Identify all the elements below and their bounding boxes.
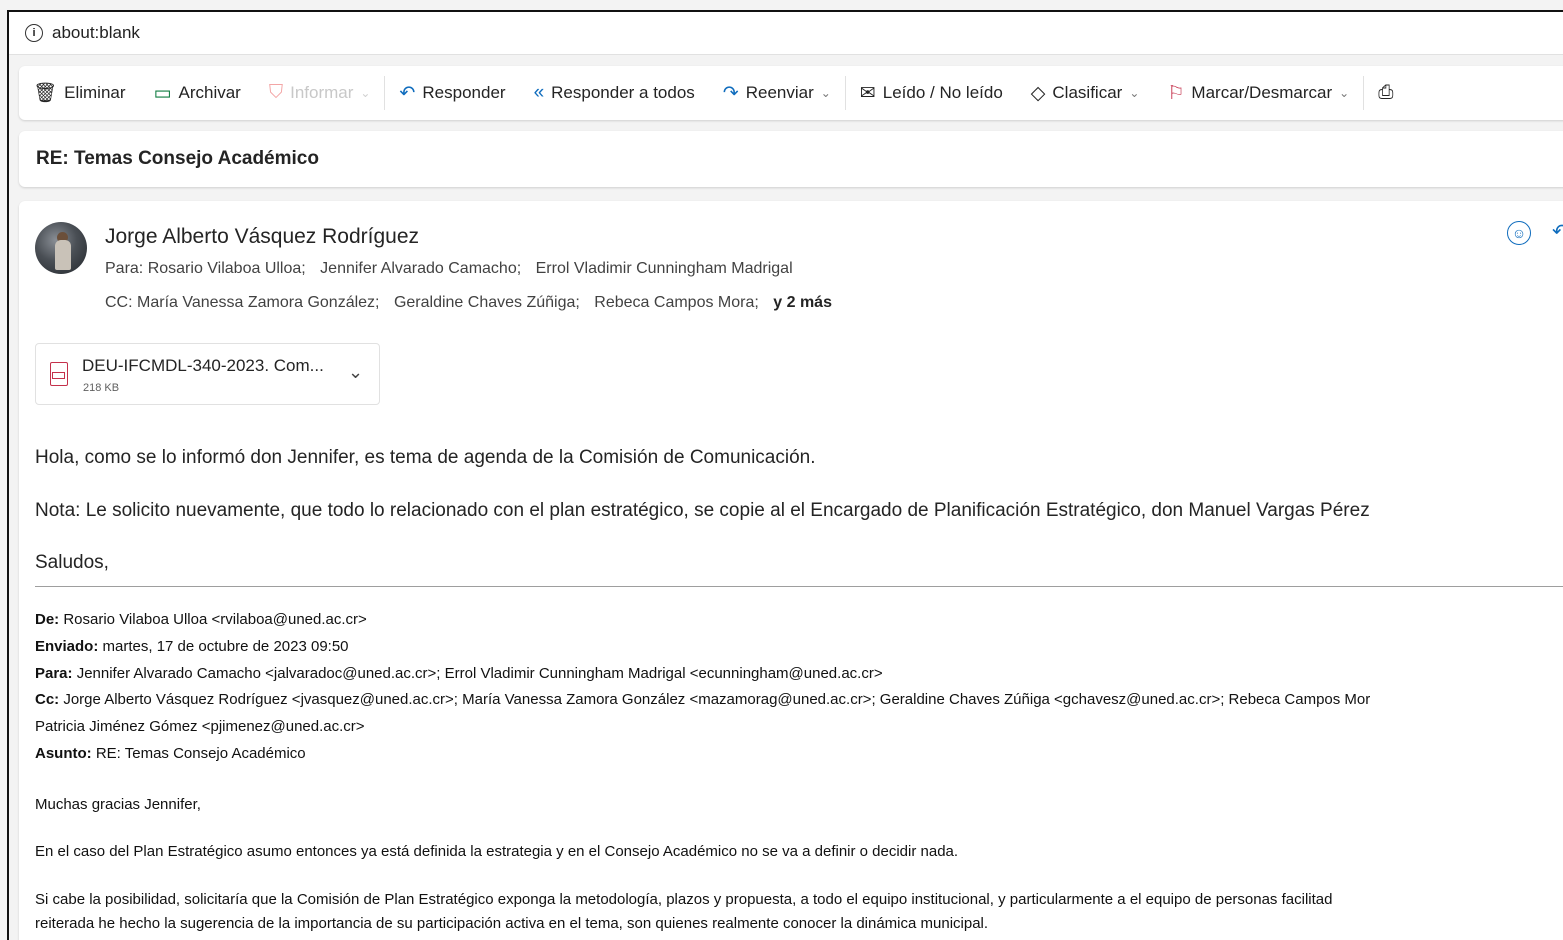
read-unread-button[interactable]: ✉ Leído / No leído [846, 82, 1017, 105]
flag-icon: ⚐ [1167, 82, 1185, 104]
reply-all-button[interactable]: « Responder a todos [520, 82, 709, 104]
avatar[interactable] [35, 222, 87, 274]
reply-button[interactable]: ↶ Responder [385, 82, 519, 105]
forward-label: Reenviar [745, 83, 814, 102]
attachment-name: DEU-IFCMDL-340-2023. Com... [82, 356, 324, 375]
flag-label: Marcar/Desmarcar [1191, 83, 1333, 102]
recipient[interactable]: Rosario Vilaboa Ulloa; [148, 260, 306, 277]
address-bar[interactable]: i about:blank [9, 12, 1563, 55]
archive-icon: ▭ [153, 82, 172, 104]
envelope-open-icon: ✉ [859, 82, 876, 104]
avatar-body [55, 240, 71, 270]
archive-label: Archivar [178, 83, 241, 102]
email-subject: RE: Temas Consejo Académico [19, 131, 1563, 187]
cc-value: Jorge Alberto Vásquez Rodríguez <jvasque… [59, 691, 1371, 708]
to-value: Jennifer Alvarado Camacho <jalvaradoc@un… [72, 665, 883, 682]
cc-recipient[interactable]: Geraldine Chaves Zúñiga; [394, 294, 580, 311]
cc-more-link[interactable]: y 2 más [773, 294, 832, 311]
cc-label: CC: [105, 294, 133, 311]
message-card: Jorge Alberto Vásquez Rodríguez Para: Ro… [19, 201, 1563, 940]
report-label: Informar [290, 83, 354, 102]
quoted-to: Para: Jennifer Alvarado Camacho <jalvara… [35, 665, 883, 682]
message-toolbar: 🗑 Eliminar ▭ Archivar ⛉ Informar ⌄ ↶ Res… [19, 66, 1563, 120]
pdf-icon [50, 362, 68, 386]
printer-icon: ⎙ [1378, 82, 1394, 103]
attachment-size: 218 KB [83, 382, 120, 394]
forward-button[interactable]: ↷ Reenviar ⌄ [709, 82, 845, 105]
subject-label: Asunto: [35, 745, 92, 762]
sent-label: Enviado: [35, 638, 99, 655]
cc-recipient[interactable]: Rebeca Campos Mora; [594, 294, 759, 311]
quoted-paragraph: Si cabe la posibilidad, solicitaría que … [35, 891, 1333, 908]
print-button[interactable]: ⎙ [1364, 82, 1414, 104]
to-label: Para: [35, 665, 73, 682]
flag-button[interactable]: ⚐ Marcar/Desmarcar ⌄ [1153, 82, 1363, 105]
quoted-paragraph: Muchas gracias Jennifer, [35, 796, 201, 813]
quoted-sent: Enviado: martes, 17 de octubre de 2023 0… [35, 638, 349, 655]
read-unread-label: Leído / No leído [882, 83, 1003, 102]
recipient[interactable]: Errol Vladimir Cunningham Madrigal [536, 260, 793, 277]
report-button[interactable]: ⛉ Informar ⌄ [255, 82, 385, 104]
quoted-cc-cont: Patricia Jiménez Gómez <pjimenez@uned.ac… [35, 718, 365, 735]
chevron-down-icon: ⌄ [1339, 86, 1350, 100]
from-label: De: [35, 611, 60, 628]
reply-label: Responder [422, 83, 506, 102]
tag-icon: ◇ [1030, 82, 1046, 104]
sender-name[interactable]: Jorge Alberto Vásquez Rodríguez [105, 225, 419, 249]
body-paragraph: Saludos, [35, 552, 109, 573]
quoted-paragraph: reiterada he hecho la sugerencia de la i… [35, 915, 989, 932]
categorize-label: Clasificar [1052, 83, 1123, 102]
forward-icon: ↷ [722, 82, 739, 104]
attachment-card[interactable]: DEU-IFCMDL-340-2023. Com... 218 KB ⌄ [35, 343, 380, 405]
from-value: Rosario Vilaboa Ulloa <rvilaboa@uned.ac.… [59, 611, 367, 628]
body-paragraph: Nota: Le solicito nuevamente, que todo l… [35, 500, 1370, 521]
delete-button[interactable]: 🗑 Eliminar [19, 81, 140, 105]
quoted-cc: Cc: Jorge Alberto Vásquez Rodríguez <jva… [35, 691, 1370, 708]
delete-label: Eliminar [64, 83, 126, 102]
info-icon[interactable]: i [25, 24, 43, 42]
archive-button[interactable]: ▭ Archivar [140, 82, 255, 105]
chevron-down-icon: ⌄ [360, 86, 371, 100]
quoted-subject: Asunto: RE: Temas Consejo Académico [35, 745, 306, 762]
browser-window: i about:blank 🗑 Eliminar ▭ Archivar ⛉ In… [7, 10, 1563, 940]
chevron-down-icon[interactable]: ⌄ [348, 362, 363, 383]
cc-line: CC: María Vanessa Zamora González; Geral… [105, 294, 832, 312]
chevron-down-icon: ⌄ [1129, 86, 1140, 100]
to-line: Para: Rosario Vilaboa Ulloa; Jennifer Al… [105, 260, 803, 278]
url-text[interactable]: about:blank [52, 23, 140, 43]
to-label: Para: [105, 260, 144, 277]
cc-label: Cc: [35, 691, 60, 708]
divider [35, 586, 1563, 587]
smiley-icon[interactable]: ☺ [1507, 221, 1531, 245]
subject-value: RE: Temas Consejo Académico [91, 745, 306, 762]
trash-icon: 🗑 [33, 83, 58, 104]
reply-icon[interactable]: ↶ [1552, 219, 1563, 244]
cc-recipient[interactable]: María Vanessa Zamora González; [137, 294, 379, 311]
sent-value: martes, 17 de octubre de 2023 09:50 [98, 638, 349, 655]
reply-icon: ↶ [399, 82, 416, 104]
reply-all-icon: « [533, 82, 545, 103]
quoted-from: De: Rosario Vilaboa Ulloa <rvilaboa@uned… [35, 611, 367, 628]
shield-icon: ⛉ [268, 82, 284, 103]
body-paragraph: Hola, como se lo informó don Jennifer, e… [35, 447, 816, 468]
categorize-button[interactable]: ◇ Clasificar ⌄ [1017, 82, 1154, 105]
recipient[interactable]: Jennifer Alvarado Camacho; [320, 260, 521, 277]
quoted-paragraph: En el caso del Plan Estratégico asumo en… [35, 843, 959, 860]
reply-all-label: Responder a todos [551, 83, 695, 102]
chevron-down-icon: ⌄ [820, 86, 831, 100]
